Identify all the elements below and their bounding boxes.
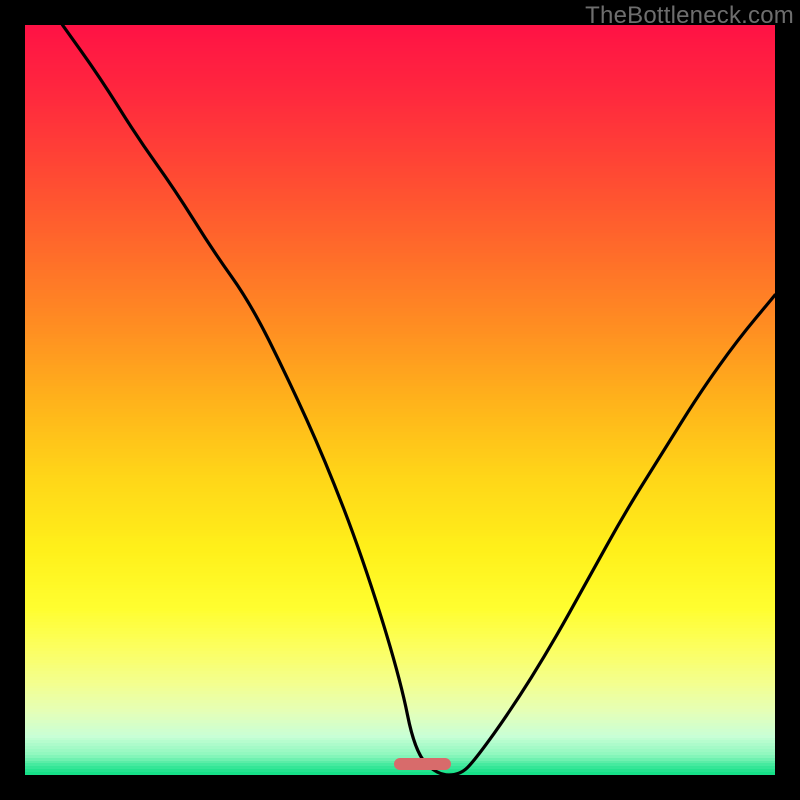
bottleneck-curve: [25, 25, 775, 775]
chart-frame: TheBottleneck.com: [0, 0, 800, 800]
watermark-text: TheBottleneck.com: [585, 2, 794, 30]
plot-area: [25, 25, 775, 775]
optimal-zone-marker: [394, 758, 450, 770]
